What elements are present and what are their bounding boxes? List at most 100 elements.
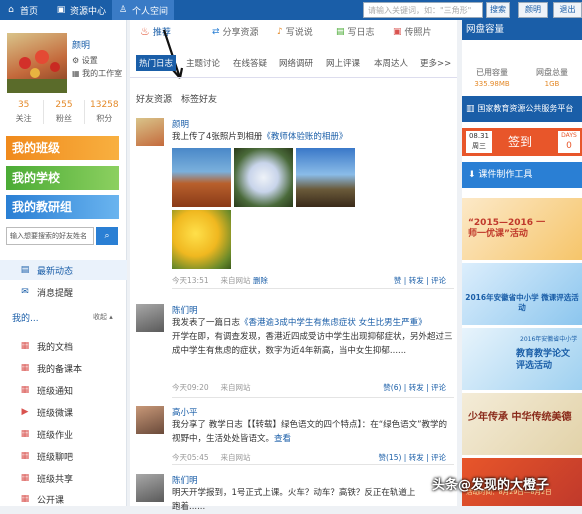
menu-open-class[interactable]: ▦ 公开课 <box>0 489 127 509</box>
workshop-label: 我的工作室 <box>82 69 123 78</box>
search-button[interactable]: 搜索 <box>486 2 510 18</box>
friend-search-input[interactable]: 输入想要搜索的好友姓名 <box>6 227 94 245</box>
disk-total-value: 1GB <box>544 80 560 88</box>
subtab-hot-logs[interactable]: 热门日志 <box>136 55 177 71</box>
menu-notifications[interactable]: ✉ 消息提醒 <box>0 282 127 302</box>
nav-home[interactable]: ⌂ 首页 <box>0 0 44 20</box>
left-sidebar: 颜明 ⚙ 设置 ▦ 我的工作室 35 关注 255 粉丝 13258 积分 我的… <box>0 20 127 506</box>
days-value: 0 <box>566 141 572 151</box>
feed-author[interactable]: 陈们明 <box>172 304 198 316</box>
search-input[interactable]: 请输入关键词，如："三角形" <box>363 2 483 18</box>
menu-class-share[interactable]: ▦ 班级共享 <box>0 468 127 488</box>
stat-points[interactable]: 13258 积分 <box>85 100 124 124</box>
courseware-tool-link[interactable]: ⬇ 课件制作工具 <box>462 162 582 188</box>
avatar[interactable] <box>136 304 164 332</box>
document-icon: ▦ <box>20 341 30 351</box>
tab-label: 写说说 <box>285 28 313 38</box>
feed-actions[interactable]: 赞(15) | 转发 | 评论 <box>379 452 447 463</box>
menu-label: 班级作业 <box>37 430 74 441</box>
feed-tab-tag-friends[interactable]: 标签好友 <box>181 92 217 105</box>
signin-weekday: 周三 <box>472 142 486 150</box>
banner-tradition[interactable]: 少年传承 中华传统美德 <box>462 393 582 455</box>
chat-icon: ▦ <box>20 451 30 461</box>
logout-button[interactable]: 退出 <box>553 2 582 18</box>
menu-my-docs[interactable]: ▦ 我的文档 <box>0 336 127 356</box>
tab-write-log[interactable]: ▤ 写日志 <box>336 25 375 39</box>
avatar[interactable] <box>136 406 164 434</box>
tab-upload-photo[interactable]: ▣ 传照片 <box>393 25 432 39</box>
feed-body: 开学在即，有调查发现，香港近四成受访中学生出现抑郁症状，另外超过三成中学生有焦虑… <box>172 332 453 356</box>
feed-meta: 今天05:45 来自网站 <box>172 452 251 463</box>
subtab-review[interactable]: 网上评课 <box>326 57 360 69</box>
avatar[interactable] <box>136 118 164 146</box>
flower-avatar-image <box>7 50 67 93</box>
my-research-group-label: 我的教研组 <box>12 200 73 214</box>
stat-label: 关注 <box>15 114 32 123</box>
menu-latest-updates[interactable]: ▤ 最新动态 <box>0 260 127 280</box>
feed-author[interactable]: 高小平 <box>172 406 198 418</box>
view-link[interactable]: 查看 <box>274 434 291 444</box>
menu-label: 我的文档 <box>37 342 74 353</box>
album-link[interactable]: 《教师体验账的相册》 <box>262 132 347 142</box>
menu-class-homework[interactable]: ▦ 班级作业 <box>0 424 127 444</box>
menu-class-chat[interactable]: ▦ 班级聊吧 <box>0 446 127 466</box>
feed-author[interactable]: 陈们明 <box>172 474 198 486</box>
feed-author[interactable]: 颜明 <box>172 118 189 130</box>
search-icon[interactable]: ⌕ <box>96 227 118 245</box>
banner-microcourse[interactable]: 2016年安徽省中小学 微课评选活动 <box>462 263 582 325</box>
nav-space-label: 个人空间 <box>132 6 169 17</box>
sign-in-button[interactable]: 08.31 周三 签到 DAYS 0 <box>462 128 582 156</box>
avatar[interactable] <box>7 33 67 93</box>
nav-personal-space[interactable]: ♙ 个人空间 <box>112 0 174 20</box>
user-name-button[interactable]: 颜明 <box>518 2 548 18</box>
settings-link[interactable]: ⚙ 设置 <box>72 55 98 66</box>
feed-tab-friend-resources[interactable]: 好友资源 <box>136 92 172 105</box>
my-research-group-button[interactable]: 我的教研组 <box>6 195 119 219</box>
my-class-button[interactable]: 我的班级 <box>6 136 119 160</box>
menu-label: 班级通知 <box>37 386 74 397</box>
subtab-survey[interactable]: 网络调研 <box>279 57 313 69</box>
feed-time: 今天05:45 <box>172 453 209 462</box>
feed-meta: 今天09:20 来自网站 <box>172 382 251 393</box>
subtab-qa[interactable]: 在线答疑 <box>233 57 267 69</box>
banner-excellent-lesson[interactable]: “2015—2016 一师一优课”活动 <box>462 198 582 260</box>
menu-lesson-book[interactable]: ▦ 我的备课本 <box>0 358 127 378</box>
feed-item: 高小平 我分享了 教学日志【【转载】绿色语文的四个特点】：在“绿色语文”教学的视… <box>136 406 454 466</box>
menu-class-microcourse[interactable]: ▶ 班级微课 <box>0 402 127 422</box>
divider <box>172 397 454 398</box>
article-link[interactable]: 《香港逾3成中学生有焦虑症状 女生比男生严重》 <box>240 318 427 328</box>
my-school-button[interactable]: 我的学校 <box>6 166 119 190</box>
subtab-experts[interactable]: 本周达人 <box>374 57 408 69</box>
edu-platform-label: 国家教育资源公共服务平台 <box>477 104 574 113</box>
nav-home-label: 首页 <box>20 6 39 17</box>
stat-follow[interactable]: 35 关注 <box>4 100 45 124</box>
edu-platform-link[interactable]: ▥ 国家教育资源公共服务平台 <box>462 96 582 122</box>
tab-share-resource[interactable]: ⇄ 分享资源 <box>212 25 259 39</box>
photo-hydrangea[interactable] <box>234 148 293 207</box>
tab-label: 分享资源 <box>222 28 259 38</box>
signin-label: 签到 <box>508 135 533 149</box>
banner-paper-contest[interactable]: 2016年安徽省中小学 教育教学论文 评选活动 <box>462 328 582 390</box>
settings-label: 设置 <box>81 56 98 65</box>
photo-canyon[interactable] <box>172 148 231 207</box>
menu-label: 班级共享 <box>37 474 74 485</box>
mic-icon: ♪ <box>277 26 283 37</box>
feed-text-main: 我上传了4张照片到相册 <box>172 132 263 142</box>
subtab-more[interactable]: 更多>> <box>420 57 451 69</box>
nav-resource-center[interactable]: ▣ 资源中心 <box>50 0 112 20</box>
feed-source: 来自网站 <box>220 276 251 285</box>
photo-lighthouse[interactable] <box>296 148 355 207</box>
subtab-topic[interactable]: 主题讨论 <box>186 57 220 69</box>
delete-link[interactable]: 删除 <box>253 276 268 285</box>
avatar[interactable] <box>136 474 164 502</box>
workshop-link[interactable]: ▦ 我的工作室 <box>72 68 122 79</box>
photo-tulips[interactable] <box>172 210 231 269</box>
menu-class-notice[interactable]: ▦ 班级通知 <box>0 380 127 400</box>
profile-name[interactable]: 颜明 <box>72 38 90 51</box>
stat-fans[interactable]: 255 粉丝 <box>44 100 85 124</box>
tab-write-post[interactable]: ♪ 写说说 <box>277 25 313 39</box>
collapse-toggle[interactable]: 收起 ▴ <box>93 312 113 322</box>
feed-actions[interactable]: 赞(6) | 转发 | 评论 <box>383 382 446 393</box>
divider <box>172 464 454 465</box>
feed-actions[interactable]: 赞 | 转发 | 评论 <box>394 275 446 286</box>
